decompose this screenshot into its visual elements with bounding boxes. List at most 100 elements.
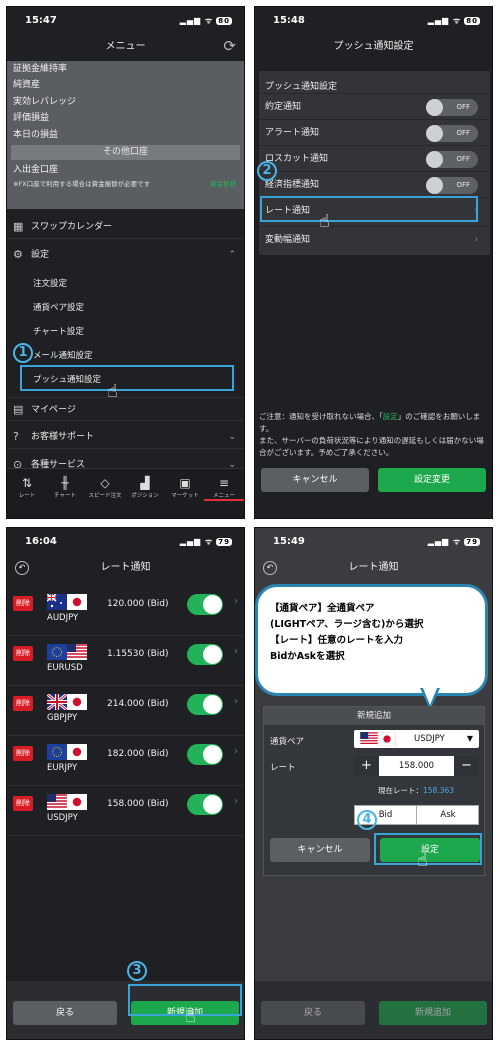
change-notify-row[interactable]: 変動幅通知 › [259,226,490,252]
back-button[interactable]: 戻る [13,1001,117,1025]
delete-button[interactable]: 削除 [13,696,33,711]
minus-icon[interactable]: − [454,756,479,776]
chevron-right-icon[interactable]: › [234,696,238,707]
toggle-knob [426,151,443,168]
status-time: 15:48 [273,15,305,26]
chevron-up-icon: ⌃ [228,250,236,260]
currency-pair: EURUSD [47,663,83,673]
toggle-switch[interactable]: OFF [426,177,478,194]
header: プッシュ通知設定 [255,33,492,61]
push-settings-box: プッシュ通知設定 約定通知 OFF アラート通知 OFF ロスカット通知 OFF… [259,71,490,255]
tab-speed-order[interactable]: ◇ スピード注文 [85,475,125,499]
page-title: レート通知 [100,562,151,573]
notify-toggle[interactable] [187,644,223,665]
other-account-button[interactable]: その他口座 [11,144,240,160]
signal-wifi-icon: ▂▄▆ ᯤ 79 [179,537,232,546]
notify-rate: 1.15530 (Bid) [107,649,169,659]
fund-transfer-link[interactable]: 資金振替 [210,178,236,188]
dropdown-caret-icon: ▼ [466,734,473,743]
tab-label: マーケット [171,493,199,499]
tab-position[interactable]: ▟ ポジション [125,475,165,499]
menu-item-support[interactable]: ? お客様サポート ⌄ [7,425,244,449]
account-summary: 証拠金維持率 純資産 実効レバレッジ 評価損益 本日の損益 その他口座 入出金口… [7,61,244,209]
back-button[interactable]: 戻る [261,1001,365,1025]
cancel-button[interactable]: キャンセル [270,838,370,862]
plus-icon[interactable]: + [354,756,379,776]
notify-toggle[interactable] [187,594,223,615]
tab-bar: ⇅ レート ╫ チャート ◇ スピード注文 ▟ ポジション ▣ マーケット ≡ メニュー [7,468,244,518]
step-number: 3 [127,961,147,981]
chevron-right-icon: › [474,235,478,245]
currency-flags [47,794,87,810]
add-new-button[interactable]: 新規追加 [379,1001,487,1025]
current-rate-caption: 現在レート： [378,786,423,795]
newspaper-icon: ▣ [179,476,191,490]
chevron-right-icon[interactable]: › [234,646,238,657]
tab-label: ポジション [131,493,159,499]
toggle-label: アラート通知 [265,128,320,138]
tab-chart[interactable]: ╫ チャート [45,475,85,499]
toggle-knob [203,645,222,664]
tab-label: チャート [54,493,76,499]
caution-part: ご注意：通知を受け取れない場合、「 [259,412,383,421]
notify-rate: 182.000 (Bid) [107,749,169,759]
sub-item-currency-pair-settings[interactable]: 通貨ペア設定 [33,301,84,313]
toggle-knob [203,695,222,714]
menu-item-settings[interactable]: ⚙ 設定 ⌃ [7,243,244,267]
currency-pair-select[interactable]: USDJPY ▼ [354,730,479,748]
ask-option[interactable]: Ask [417,806,479,824]
settings-link[interactable]: 設定 [383,412,398,421]
rate-notify-add-screen: 15:49 ▂▄▆ ᯤ 79 ↶ レート通知 【通貨ペア】全通貨ペア (LIGHT… [254,527,493,1040]
cancel-button[interactable]: キャンセル [261,468,369,492]
tab-menu[interactable]: ≡ メニュー [204,475,244,501]
push-settings-screen: 15:48 ▂▄▆ ᯤ 80 プッシュ通知設定 プッシュ通知設定 約定通知 OFF… [254,6,493,519]
usa-flag-icon [47,794,67,810]
sub-item-chart-settings[interactable]: チャート設定 [33,325,84,337]
highlight-box [260,196,478,222]
usa-flag-icon [360,732,378,746]
callout-line: 【通貨ペア】全通貨ペア [270,603,375,614]
deposit-row[interactable]: 入出金口座 [7,162,244,178]
toggle-row-economic-indicator: 経済指標通知 OFF [259,171,490,197]
chevron-right-icon[interactable]: › [234,596,238,607]
toggle-knob [203,795,222,814]
toggle-knob [426,99,443,116]
rate-input[interactable]: 158.000 [379,756,454,776]
sub-item-order-settings[interactable]: 注文設定 [33,277,67,289]
toggle-knob [203,745,222,764]
toggle-label: 経済指標通知 [265,180,320,190]
tab-market[interactable]: ▣ マーケット [165,475,205,499]
signal-wifi-icon: ▂▄▆ ᯤ 79 [427,537,480,546]
back-icon[interactable]: ↶ [263,561,277,575]
refresh-icon[interactable]: ⟳ [223,38,236,54]
signal-wifi-icon: ▂▄▆ ᯤ 80 [427,16,480,25]
chevron-right-icon[interactable]: › [234,746,238,757]
toggle-switch[interactable]: OFF [426,125,478,142]
candlestick-icon: ╫ [61,476,69,490]
toggle-switch[interactable]: OFF [426,151,478,168]
toggle-switch[interactable]: OFF [426,99,478,116]
document-icon: ▤ [13,403,24,416]
save-changes-button[interactable]: 設定変更 [378,468,486,492]
status-bar: 15:47 ▂▄▆ ᯤ 80 [7,7,244,33]
notify-toggle[interactable] [187,744,223,765]
notify-toggle[interactable] [187,794,223,815]
delete-button[interactable]: 削除 [13,746,33,761]
account-row: 純資産 [13,80,41,91]
menu-icon: ≡ [218,476,230,490]
sub-item-mail-notify-settings[interactable]: メール通知設定 [33,349,93,361]
delete-button[interactable]: 削除 [13,596,33,611]
header: メニュー ⟳ [7,33,244,61]
chevron-right-icon[interactable]: › [234,796,238,807]
current-rate-label: 現在レート：158.363 [378,785,454,796]
menu-item-swap-calendar[interactable]: ▦ スワップカレンダー [7,215,244,239]
delete-button[interactable]: 削除 [13,646,33,661]
toggle-state: OFF [456,155,470,163]
usa-flag-icon [67,644,87,660]
back-icon[interactable]: ↶ [15,561,29,575]
notify-toggle[interactable] [187,694,223,715]
menu-item-mypage[interactable]: ▤ マイページ [7,397,244,421]
japan-flag-icon [378,732,396,746]
delete-button[interactable]: 削除 [13,796,33,811]
tab-rate[interactable]: ⇅ レート [7,475,47,499]
